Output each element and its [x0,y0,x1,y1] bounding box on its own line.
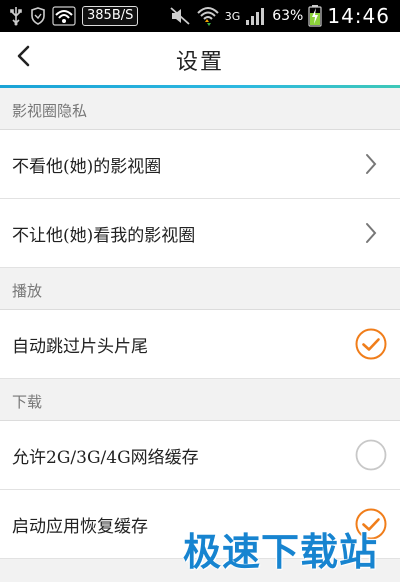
section-header-download: 下载 [0,379,400,421]
section-header-playback: 播放 [0,268,400,310]
usb-icon [8,6,24,26]
setting-label: 不看他(她)的影视圈 [12,156,162,177]
setting-label: 允许2G/3G/4G网络缓存 [12,447,199,468]
chevron-right-icon [354,147,388,181]
status-bar: 385B/S 3G 63% 14:46 [0,0,400,32]
section-header-privacy: 影视圈隐私 [0,88,400,130]
section-label: 影视圈隐私 [12,102,88,120]
setting-label: 不让他(她)看我的影视圈 [12,225,196,246]
setting-row-skip-intro-outro[interactable]: 自动跳过片头片尾 [0,310,400,379]
battery-icon [308,5,322,27]
shield-icon [30,6,46,26]
back-button[interactable] [6,40,42,76]
check-circle-icon[interactable] [354,327,388,361]
setting-label: 自动跳过片头片尾 [12,336,148,357]
setting-row-hide-my-circle[interactable]: 不让他(她)看我的影视圈 [0,199,400,268]
section-label: 播放 [12,282,43,300]
network-type-label: 3G [224,9,241,23]
battery-percentage: 63% [272,8,304,24]
wifi-icon [52,6,76,26]
setting-label: 启动应用恢复缓存 [12,516,148,537]
setting-row-allow-mobile-cache[interactable]: 允许2G/3G/4G网络缓存 [0,421,400,490]
page-title: 设置 [175,50,224,75]
empty-circle-icon[interactable] [354,438,388,472]
app-header: 设置 [0,32,400,88]
section-label: 下载 [12,393,43,411]
settings-list: 影视圈隐私 不看他(她)的影视圈 不让他(她)看我的影视圈 播放 自动跳过片头片… [0,88,400,559]
signal-icon [245,6,267,26]
setting-row-hide-their-circle[interactable]: 不看他(她)的影视圈 [0,130,400,199]
mute-icon [169,6,191,26]
chevron-right-icon [354,216,388,250]
wifi-data-icon [196,5,220,27]
net-speed-indicator: 385B/S [82,6,139,26]
status-time: 14:46 [327,4,390,28]
chevron-left-icon [14,44,34,72]
watermark-logo: 极速下载站 [182,530,378,574]
